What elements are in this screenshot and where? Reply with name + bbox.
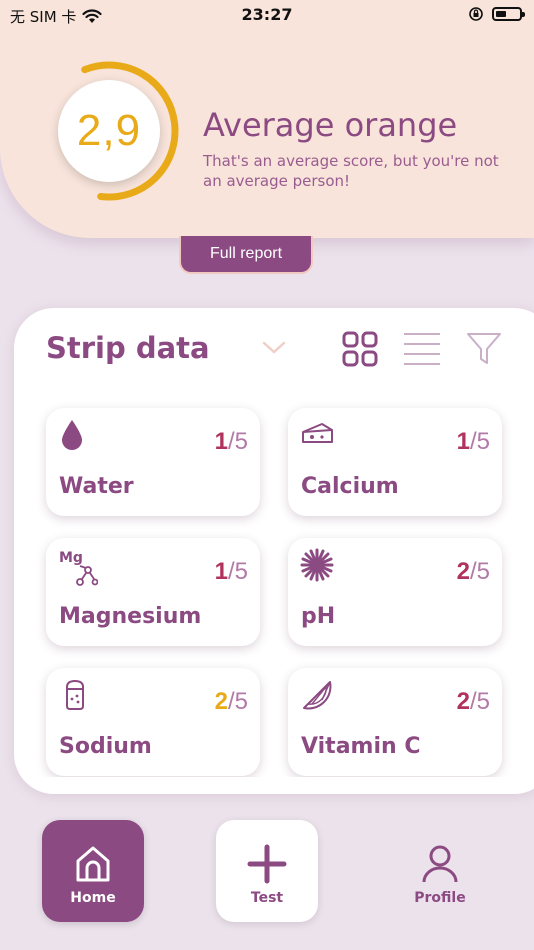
battery-icon bbox=[492, 7, 525, 21]
tile-label: Sodium bbox=[59, 734, 152, 759]
home-icon bbox=[76, 846, 110, 882]
citrus-slice-icon bbox=[303, 681, 332, 710]
nav-profile-label: Profile bbox=[414, 890, 466, 906]
average-score-value: 2,9 bbox=[58, 80, 160, 182]
cheese-icon bbox=[302, 423, 333, 443]
nav-home-label: Home bbox=[70, 890, 116, 906]
tile-water[interactable]: 1/5 Water bbox=[46, 408, 260, 516]
score-denominator: /5 bbox=[227, 688, 248, 715]
magnesium-molecule-icon: Mg bbox=[59, 550, 98, 586]
filter-icon[interactable] bbox=[466, 331, 502, 367]
grid-view-icon[interactable] bbox=[342, 331, 378, 367]
chevron-down-icon[interactable] bbox=[262, 340, 286, 356]
ph-burst-icon bbox=[300, 548, 334, 582]
score-denominator: /5 bbox=[227, 428, 248, 455]
score-subtitle: That's an average score, but you're not … bbox=[203, 152, 499, 190]
score-number: 1 bbox=[456, 428, 470, 455]
status-bar: 无 SIM 卡 23:27 bbox=[0, 0, 534, 32]
strip-data-title: Strip data bbox=[46, 331, 210, 365]
tile-label: pH bbox=[301, 604, 336, 629]
score-number: 2 bbox=[456, 558, 470, 585]
tile-calcium[interactable]: 1/5 Calcium bbox=[288, 408, 502, 516]
mg-label: Mg bbox=[59, 550, 83, 566]
nav-home[interactable]: Home bbox=[42, 820, 144, 922]
tile-score: 1/5 bbox=[215, 428, 248, 456]
score-number: 1 bbox=[214, 428, 228, 455]
full-report-button[interactable]: Full report bbox=[179, 236, 313, 274]
nav-test[interactable]: Test bbox=[216, 820, 318, 922]
tile-label: Water bbox=[59, 474, 134, 499]
profile-icon bbox=[422, 845, 458, 883]
orientation-lock-icon bbox=[469, 7, 483, 21]
tile-score: 2/5 bbox=[457, 688, 490, 716]
tile-score: 1/5 bbox=[215, 558, 248, 586]
tile-label: Vitamin C bbox=[301, 734, 421, 759]
tile-vitamin-c[interactable]: 2/5 Vitamin C bbox=[288, 668, 502, 776]
salt-shaker-icon bbox=[66, 679, 84, 710]
score-title: Average orange bbox=[203, 106, 458, 144]
score-number: 1 bbox=[214, 558, 228, 585]
tile-magnesium[interactable]: Mg 1/5 Magnesium bbox=[46, 538, 260, 646]
plus-icon bbox=[247, 844, 287, 884]
nav-profile[interactable]: Profile bbox=[389, 820, 491, 922]
score-number: 2 bbox=[214, 688, 228, 715]
tile-score: 2/5 bbox=[215, 688, 248, 716]
status-right bbox=[468, 6, 525, 22]
tile-label: Magnesium bbox=[59, 604, 202, 629]
strip-tiles-scroll[interactable]: 1/5 Water 1/5 Calcium Mg 1/5 Magnesium 2… bbox=[30, 395, 520, 777]
tile-score: 2/5 bbox=[457, 558, 490, 586]
score-denominator: /5 bbox=[469, 558, 490, 585]
tile-sodium[interactable]: 2/5 Sodium bbox=[46, 668, 260, 776]
score-denominator: /5 bbox=[469, 428, 490, 455]
score-denominator: /5 bbox=[227, 558, 248, 585]
tile-label: Calcium bbox=[301, 474, 399, 499]
list-view-icon[interactable] bbox=[403, 331, 441, 367]
score-number: 2 bbox=[456, 688, 470, 715]
score-denominator: /5 bbox=[469, 688, 490, 715]
tile-ph[interactable]: 2/5 pH bbox=[288, 538, 502, 646]
tile-score: 1/5 bbox=[457, 428, 490, 456]
water-drop-icon bbox=[62, 420, 82, 450]
nav-test-label: Test bbox=[250, 890, 284, 906]
status-time: 23:27 bbox=[241, 5, 293, 24]
